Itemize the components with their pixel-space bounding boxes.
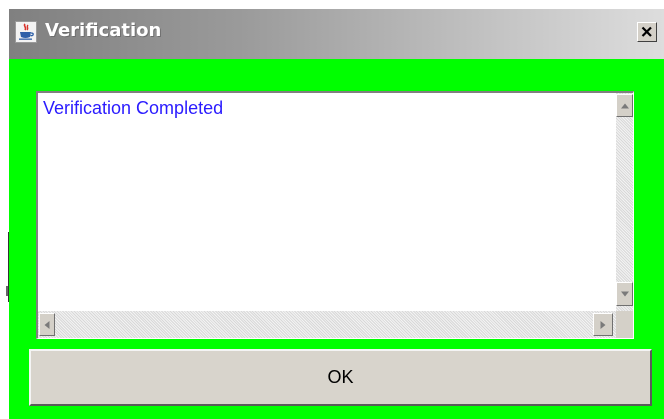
background-tick — [6, 286, 8, 296]
scroll-up-button[interactable] — [616, 94, 633, 117]
message-text-area[interactable]: Verification Completed — [40, 95, 612, 308]
scroll-corner — [616, 311, 633, 338]
arrow-right-icon — [600, 320, 606, 329]
close-button[interactable] — [637, 22, 657, 42]
scroll-left-button[interactable] — [39, 313, 55, 336]
verification-message: Verification Completed — [43, 98, 224, 118]
arrow-up-icon — [620, 103, 629, 108]
java-cup-icon — [15, 21, 37, 43]
message-scroll-pane[interactable]: Verification Completed — [36, 91, 634, 339]
vertical-scrollbar[interactable] — [616, 93, 633, 311]
title-bar[interactable]: Verification — [9, 9, 664, 59]
horizontal-scrollbar[interactable] — [38, 311, 616, 338]
window-title: Verification — [45, 20, 162, 41]
arrow-left-icon — [44, 320, 50, 329]
ok-button[interactable]: OK — [29, 349, 652, 406]
scroll-right-button[interactable] — [593, 313, 613, 336]
verification-dialog: Verification Verification Completed OK — [9, 9, 664, 419]
arrow-down-icon — [620, 291, 629, 297]
background-strip — [0, 0, 9, 419]
close-icon — [641, 26, 652, 37]
scroll-down-button[interactable] — [616, 282, 633, 306]
